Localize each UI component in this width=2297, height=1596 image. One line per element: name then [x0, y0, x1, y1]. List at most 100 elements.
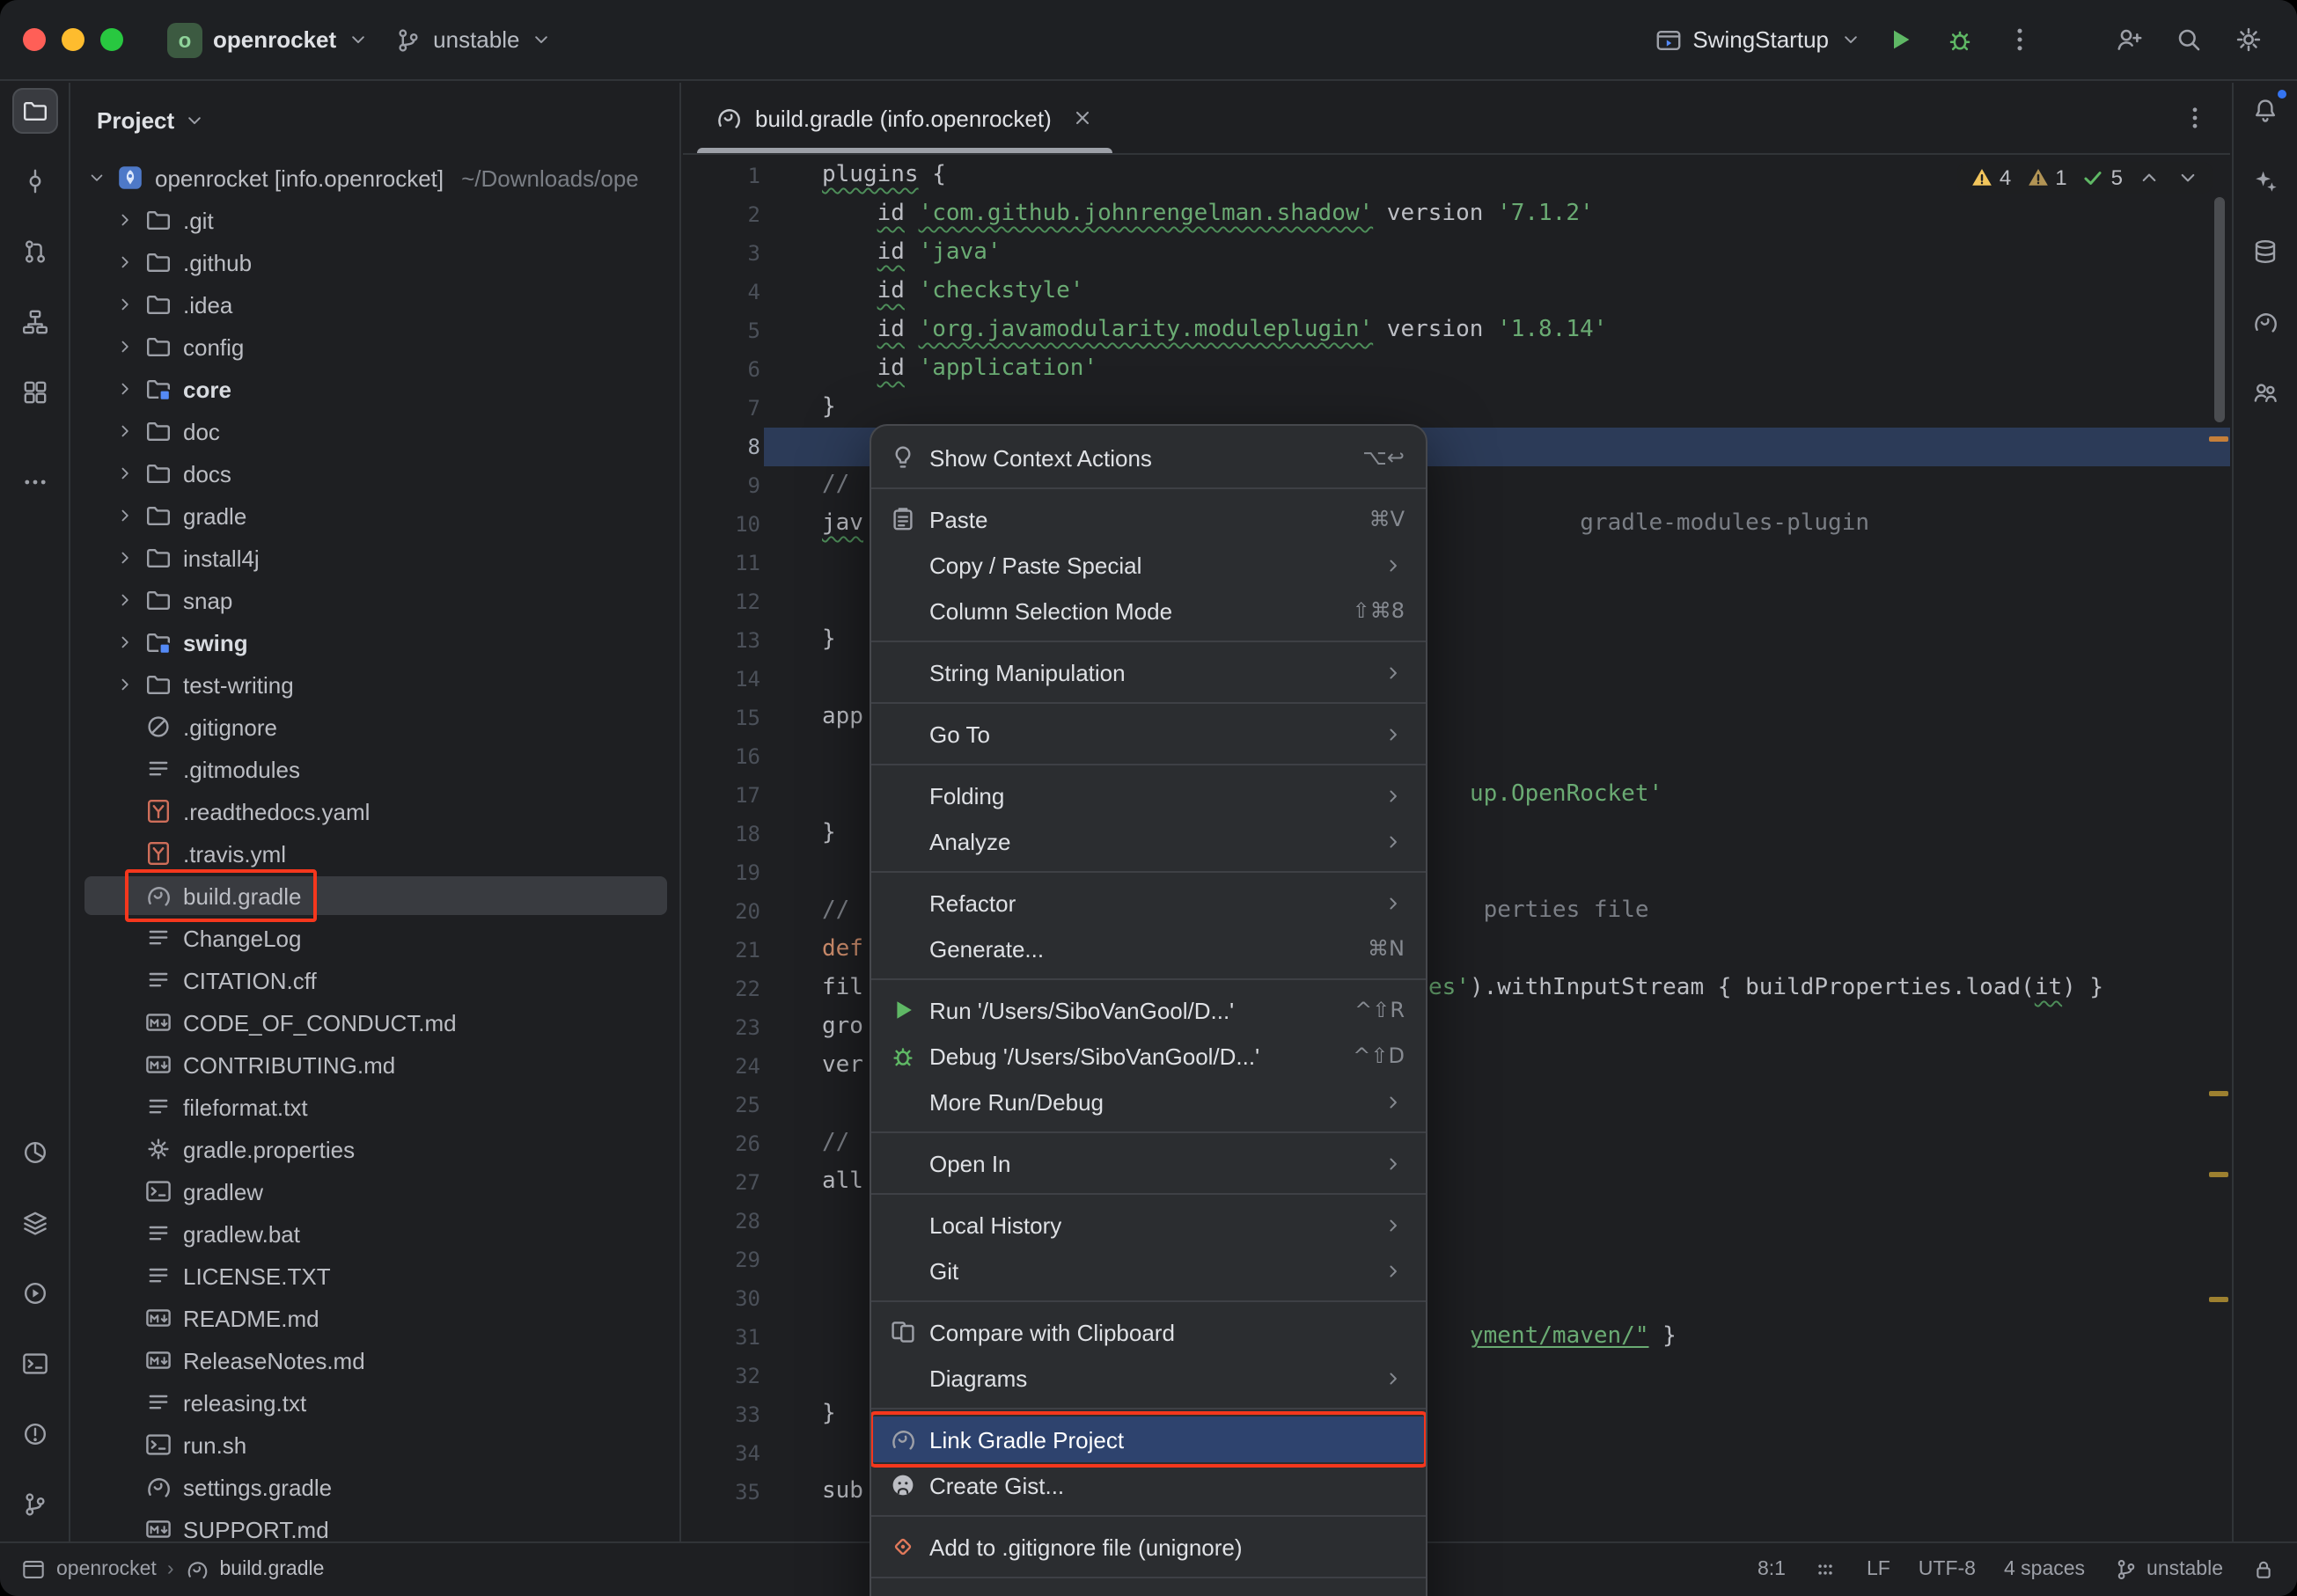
menu-item-add-to-gitignore-file-unignore[interactable]: Add to .gitignore file (unignore): [871, 1524, 1426, 1570]
tree-item-gitignore[interactable]: .gitignore: [72, 706, 679, 748]
menu-item-show-context-actions[interactable]: Show Context Actions⌥↩: [871, 435, 1426, 480]
tree-item-git[interactable]: .git: [72, 199, 679, 241]
more-actions-button[interactable]: [1994, 15, 2044, 64]
tool-dependencies[interactable]: [2242, 370, 2288, 415]
minimize-window-button[interactable]: [62, 28, 84, 51]
breadcrumb-project[interactable]: openrocket: [56, 1559, 157, 1580]
tree-item-releasenotes-md[interactable]: ReleaseNotes.md: [72, 1339, 679, 1381]
chevron-right-icon[interactable]: [111, 248, 139, 276]
tree-item-openrocket-info-openrocket[interactable]: openrocket [info.openrocket]~/Downloads/…: [72, 157, 679, 199]
branch-widget[interactable]: unstable: [382, 18, 565, 61]
tool-terminal[interactable]: [11, 1341, 57, 1387]
indent-size[interactable]: 4 spaces: [2004, 1559, 2085, 1580]
tree-item-settings-gradle[interactable]: settings.gradle: [72, 1466, 679, 1508]
input-indicator[interactable]: [1814, 1557, 1838, 1582]
tree-item-docs[interactable]: docs: [72, 452, 679, 494]
warnings-count[interactable]: 4: [1970, 165, 2011, 190]
chevron-right-icon[interactable]: [111, 501, 139, 530]
tree-item-github[interactable]: .github: [72, 241, 679, 283]
menu-item-copy-paste-special[interactable]: Copy / Paste Special: [871, 542, 1426, 588]
menu-item-column-selection-mode[interactable]: Column Selection Mode⇧⌘8: [871, 588, 1426, 633]
tool-pull-requests[interactable]: [11, 229, 57, 275]
tree-item-support-md[interactable]: SUPPORT.md: [72, 1508, 679, 1541]
tree-item-gradle-properties[interactable]: gradle.properties: [72, 1128, 679, 1170]
tree-item-idea[interactable]: .idea: [72, 283, 679, 326]
close-window-button[interactable]: [23, 28, 46, 51]
write-access[interactable]: [2251, 1557, 2276, 1582]
tool-services[interactable]: [11, 1270, 57, 1316]
menu-item-more-run-debug[interactable]: More Run/Debug: [871, 1079, 1426, 1124]
tree-item-releasing-txt[interactable]: releasing.txt: [72, 1381, 679, 1424]
chevron-down-icon[interactable]: [2176, 165, 2200, 190]
menu-item-compare-with-clipboard[interactable]: Compare with Clipboard: [871, 1309, 1426, 1355]
tool-version-control[interactable]: [11, 1482, 57, 1527]
line-separator[interactable]: LF: [1867, 1559, 1890, 1580]
chevron-right-icon[interactable]: [111, 206, 139, 234]
caret-position[interactable]: 8:1: [1758, 1559, 1786, 1580]
menu-item-link-gradle-project[interactable]: Link Gradle Project: [871, 1417, 1426, 1462]
chevron-right-icon[interactable]: [111, 459, 139, 487]
search-everywhere-button[interactable]: [2163, 15, 2213, 64]
tree-item-swing[interactable]: swing: [72, 621, 679, 663]
tree-item-contributing-md[interactable]: CONTRIBUTING.md: [72, 1043, 679, 1086]
menu-item-folding[interactable]: Folding: [871, 772, 1426, 818]
chevron-right-icon[interactable]: [111, 544, 139, 572]
tool-notifications[interactable]: [2242, 88, 2288, 134]
tree-item-core[interactable]: core: [72, 368, 679, 410]
git-branch[interactable]: unstable: [2113, 1557, 2223, 1582]
menu-item-local-history[interactable]: Local History: [871, 1202, 1426, 1248]
tree-item-readme-md[interactable]: README.md: [72, 1297, 679, 1339]
zoom-window-button[interactable]: [100, 28, 123, 51]
tree-item-travis-yml[interactable]: .travis.yml: [72, 832, 679, 875]
menu-item-diagrams[interactable]: Diagrams: [871, 1355, 1426, 1401]
tool-problems[interactable]: [11, 1411, 57, 1457]
debug-button[interactable]: [1934, 15, 1984, 64]
tool-modules[interactable]: [11, 370, 57, 415]
chevron-right-icon[interactable]: [111, 628, 139, 656]
tree-item-readthedocs-yaml[interactable]: .readthedocs.yaml: [72, 790, 679, 832]
chevron-right-icon[interactable]: [111, 333, 139, 361]
tree-item-fileformat-txt[interactable]: fileformat.txt: [72, 1086, 679, 1128]
more-tool-windows[interactable]: [11, 459, 57, 505]
chevron-right-icon[interactable]: [111, 670, 139, 699]
tree-item-config[interactable]: config: [72, 326, 679, 368]
tool-gradle[interactable]: [2242, 299, 2288, 345]
code-with-me-button[interactable]: [2103, 15, 2153, 64]
tool-profiler[interactable]: [11, 1130, 57, 1175]
more-vertical-icon[interactable]: [2181, 104, 2209, 132]
editor-scrollbar[interactable]: [2214, 197, 2225, 422]
tool-structure[interactable]: [11, 299, 57, 345]
tree-item-code-of-conduct-md[interactable]: CODE_OF_CONDUCT.md: [72, 1001, 679, 1043]
menu-item-string-manipulation[interactable]: String Manipulation: [871, 649, 1426, 695]
run-configuration-widget[interactable]: SwingStartup: [1641, 18, 1875, 61]
tool-build[interactable]: [11, 1200, 57, 1246]
chevron-right-icon[interactable]: [111, 417, 139, 445]
chevron-down-icon[interactable]: [83, 164, 111, 192]
tree-item-gradlew[interactable]: gradlew: [72, 1170, 679, 1212]
menu-item-run-users-sibovangool-d[interactable]: Run '/Users/SiboVanGool/D...'^⇧R: [871, 987, 1426, 1033]
chevron-right-icon[interactable]: [111, 375, 139, 403]
editor-tab[interactable]: build.gradle (info.openrocket): [694, 83, 1117, 153]
tree-item-build-gradle[interactable]: build.gradle: [72, 875, 679, 917]
passed-count[interactable]: 5: [2081, 165, 2123, 190]
chevron-up-icon[interactable]: [2137, 165, 2161, 190]
project-widget[interactable]: o openrocket: [155, 15, 382, 64]
tree-item-citation-cff[interactable]: CITATION.cff: [72, 959, 679, 1001]
weak-warnings-count[interactable]: 1: [2025, 165, 2066, 190]
breadcrumb-file[interactable]: build.gradle: [220, 1559, 325, 1580]
tree-item-gradlew-bat[interactable]: gradlew.bat: [72, 1212, 679, 1255]
tool-project[interactable]: [11, 88, 57, 134]
settings-button[interactable]: [2223, 15, 2272, 64]
menu-item-generate[interactable]: Generate...⌘N: [871, 926, 1426, 971]
chevron-down-icon[interactable]: [183, 108, 206, 131]
menu-item-analyze[interactable]: Analyze: [871, 818, 1426, 864]
tree-item-doc[interactable]: doc: [72, 410, 679, 452]
tool-ai-assistant[interactable]: [2242, 158, 2288, 204]
tree-item-run-sh[interactable]: run.sh: [72, 1424, 679, 1466]
tree-item-changelog[interactable]: ChangeLog: [72, 917, 679, 959]
run-button[interactable]: [1875, 15, 1924, 64]
tree-item-gradle[interactable]: gradle: [72, 494, 679, 537]
menu-item-git[interactable]: Git: [871, 1248, 1426, 1293]
chevron-right-icon[interactable]: [111, 586, 139, 614]
tree-item-snap[interactable]: snap: [72, 579, 679, 621]
